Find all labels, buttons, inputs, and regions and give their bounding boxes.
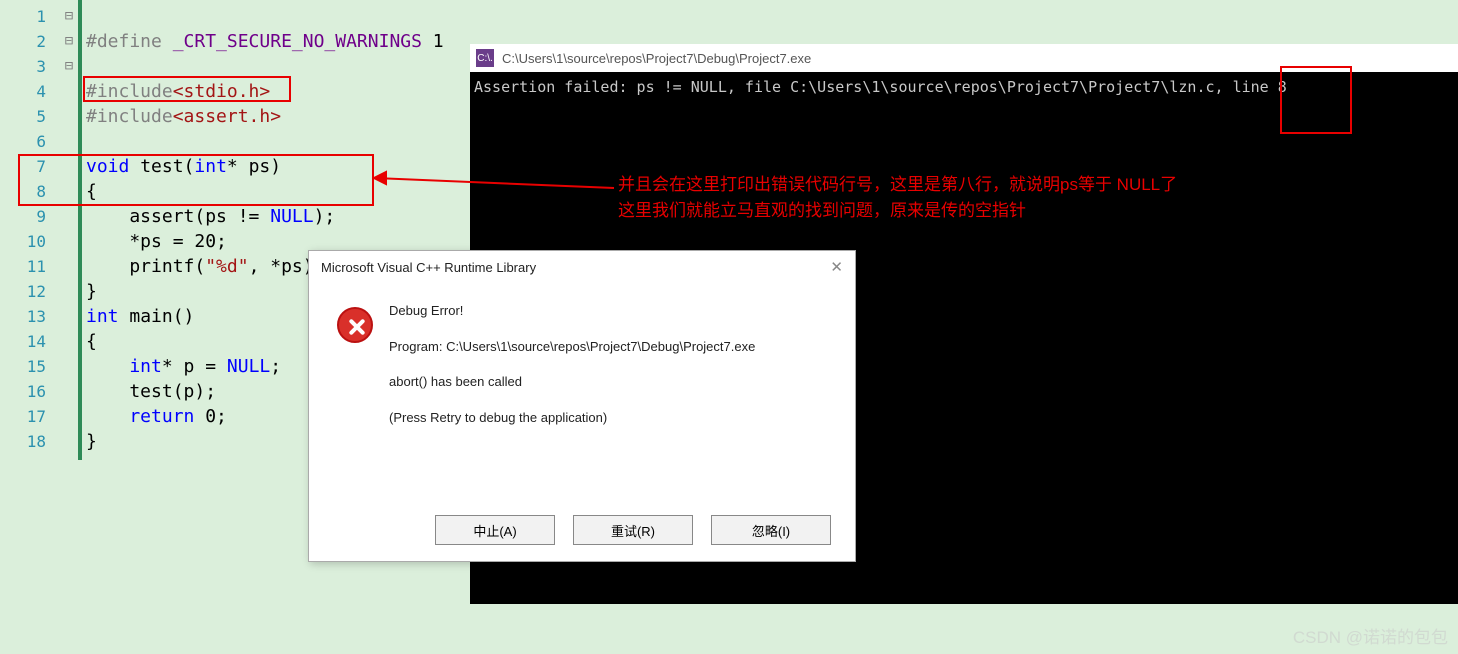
- dialog-abort: abort() has been called: [389, 372, 755, 392]
- line-number: 6: [0, 129, 46, 154]
- line-number: 12: [0, 279, 46, 304]
- code-token: NULL: [270, 206, 313, 227]
- code-token: printf(: [86, 256, 205, 277]
- code-token: void: [86, 156, 129, 177]
- code-token: * ps): [227, 156, 281, 177]
- code-token: 1: [433, 31, 444, 52]
- line-number: 10: [0, 229, 46, 254]
- code-token: *ps = 20;: [86, 231, 227, 252]
- code-token: #include: [86, 81, 173, 102]
- code-token: int: [86, 356, 162, 377]
- code-token: 0;: [194, 406, 227, 427]
- code-token: * p =: [162, 356, 227, 377]
- annotation-line: 这里我们就能立马直观的找到问题，原来是传的空指针: [618, 198, 1177, 224]
- line-number: 5: [0, 104, 46, 129]
- line-number: 2: [0, 29, 46, 54]
- dialog-retry-hint: (Press Retry to debug the application): [389, 408, 755, 428]
- code-token: return: [86, 406, 194, 427]
- code-token: assert(ps !=: [86, 206, 270, 227]
- line-number: 7: [0, 154, 46, 179]
- code-token: int: [194, 156, 227, 177]
- line-number: 3: [0, 54, 46, 79]
- line-number: 11: [0, 254, 46, 279]
- code-token: _CRT_SECURE_NO_WARNINGS: [173, 31, 422, 52]
- code-token: <stdio.h>: [173, 81, 271, 102]
- code-token: {: [86, 331, 97, 352]
- code-token: main(): [119, 306, 195, 327]
- dialog-heading: Debug Error!: [389, 301, 755, 321]
- code-token: );: [314, 206, 336, 227]
- code-token: ;: [270, 356, 281, 377]
- code-token: "%d": [205, 256, 248, 277]
- annotation-text: 并且会在这里打印出错误代码行号，这里是第八行，就说明ps等于 NULL了 这里我…: [618, 172, 1177, 224]
- code-token: test(: [129, 156, 194, 177]
- line-number: 16: [0, 379, 46, 404]
- line-number: 14: [0, 329, 46, 354]
- console-icon: C:\.: [476, 49, 494, 67]
- dialog-body: Debug Error! Program: C:\Users\1\source\…: [309, 283, 855, 443]
- annotation-line: 并且会在这里打印出错误代码行号，这里是第八行，就说明ps等于 NULL了: [618, 172, 1177, 198]
- dialog-program: Program: C:\Users\1\source\repos\Project…: [389, 337, 755, 357]
- fold-column: ⊟⊟⊟: [60, 0, 78, 460]
- line-number: 9: [0, 204, 46, 229]
- dialog-buttons: 中止(A) 重试(R) 忽略(I): [435, 515, 831, 545]
- line-number: 18: [0, 429, 46, 454]
- error-icon: [337, 307, 373, 343]
- line-number: 1: [0, 4, 46, 29]
- code-token: {: [86, 181, 97, 202]
- dialog-titlebar: Microsoft Visual C++ Runtime Library ✕: [309, 251, 855, 283]
- console-title-text: C:\Users\1\source\repos\Project7\Debug\P…: [502, 51, 1458, 66]
- retry-button[interactable]: 重试(R): [573, 515, 693, 545]
- line-number: 13: [0, 304, 46, 329]
- fold-marker[interactable]: ⊟: [60, 29, 78, 54]
- code-token: int: [86, 306, 119, 327]
- dialog-title-text: Microsoft Visual C++ Runtime Library: [321, 260, 536, 275]
- code-token: test(p);: [86, 381, 216, 402]
- code-token: #define: [86, 31, 162, 52]
- code-token: }: [86, 431, 97, 452]
- line-number: 8: [0, 179, 46, 204]
- code-token: NULL: [227, 356, 270, 377]
- abort-button[interactable]: 中止(A): [435, 515, 555, 545]
- console-output: Assertion failed: ps != NULL, file C:\Us…: [470, 72, 1458, 102]
- watermark: CSDN @诺诺的包包: [1293, 623, 1448, 648]
- code-token: }: [86, 281, 97, 302]
- fold-marker[interactable]: ⊟: [60, 54, 78, 79]
- line-number: 4: [0, 79, 46, 104]
- line-number: 15: [0, 354, 46, 379]
- code-token: #include: [86, 106, 173, 127]
- console-titlebar: C:\. C:\Users\1\source\repos\Project7\De…: [470, 44, 1458, 72]
- line-number-gutter: 123456789101112131415161718: [0, 0, 60, 460]
- dialog-text: Debug Error! Program: C:\Users\1\source\…: [389, 301, 755, 443]
- line-number: 17: [0, 404, 46, 429]
- code-token: <assert.h>: [173, 106, 281, 127]
- error-dialog[interactable]: Microsoft Visual C++ Runtime Library ✕ D…: [308, 250, 856, 562]
- ignore-button[interactable]: 忽略(I): [711, 515, 831, 545]
- close-icon[interactable]: ✕: [830, 258, 843, 276]
- fold-marker[interactable]: ⊟: [60, 4, 78, 29]
